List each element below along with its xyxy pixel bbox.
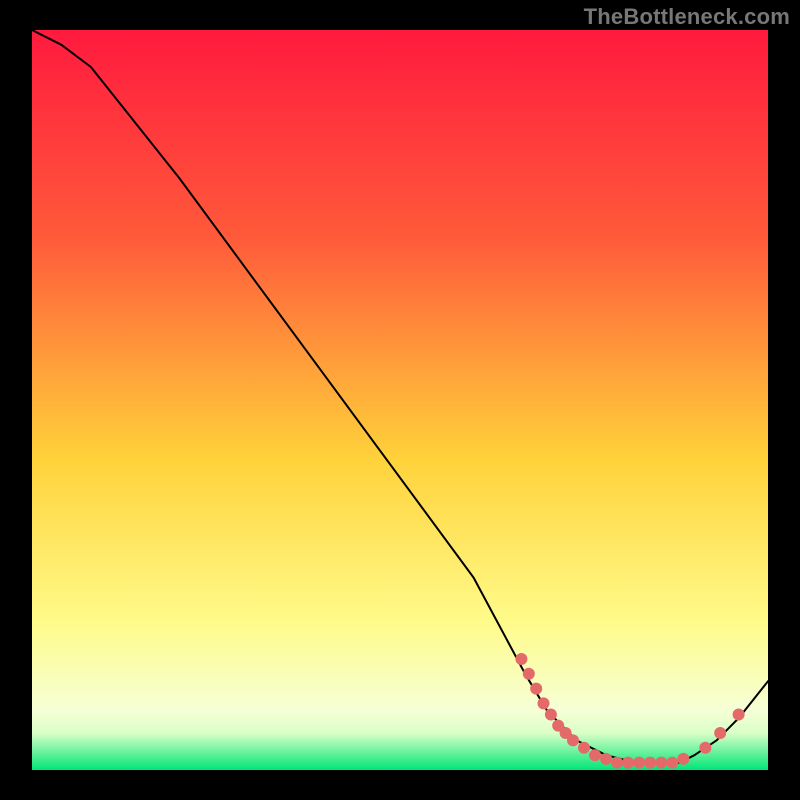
data-marker — [545, 709, 557, 721]
data-marker — [677, 753, 689, 765]
data-marker — [600, 753, 612, 765]
data-marker — [655, 757, 667, 769]
data-marker — [666, 757, 678, 769]
data-marker — [644, 757, 656, 769]
data-marker — [578, 742, 590, 754]
data-marker — [523, 668, 535, 680]
plot-background — [32, 30, 768, 770]
data-marker — [733, 709, 745, 721]
data-marker — [530, 683, 542, 695]
data-marker — [567, 734, 579, 746]
data-marker — [622, 757, 634, 769]
data-marker — [699, 742, 711, 754]
chart-frame: TheBottleneck.com — [0, 0, 800, 800]
watermark-text: TheBottleneck.com — [584, 4, 790, 30]
data-marker — [633, 757, 645, 769]
data-marker — [538, 697, 550, 709]
data-marker — [589, 749, 601, 761]
data-marker — [714, 727, 726, 739]
data-marker — [611, 757, 623, 769]
bottleneck-chart — [0, 0, 800, 800]
data-marker — [515, 653, 527, 665]
